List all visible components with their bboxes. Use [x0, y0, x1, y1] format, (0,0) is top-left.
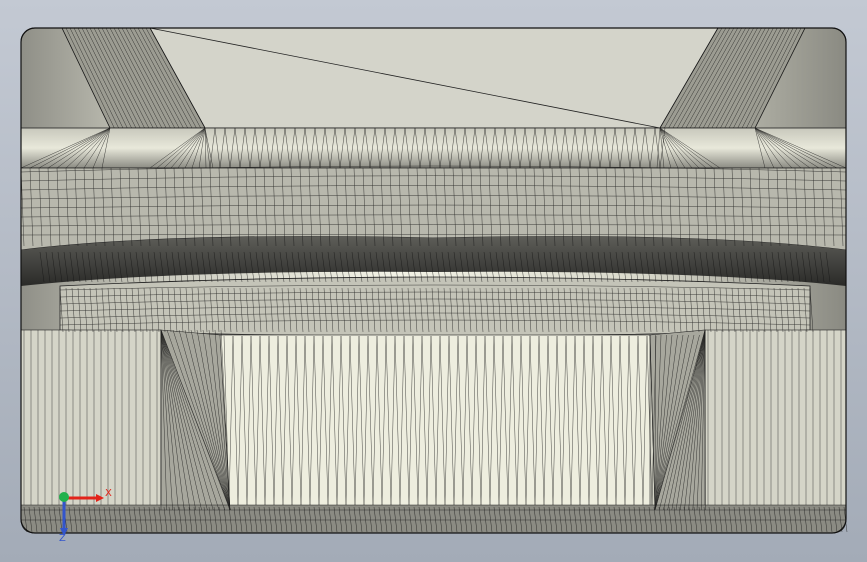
y-axis-ball	[59, 492, 69, 502]
lower-band[interactable]	[59, 276, 811, 337]
right-side-face[interactable]	[704, 329, 847, 511]
top-face[interactable]	[149, 27, 719, 129]
reference-triad: X Z	[59, 488, 112, 542]
graphics-viewport[interactable]	[0, 0, 867, 562]
center-face[interactable]	[219, 334, 651, 511]
upper-band[interactable]	[20, 127, 847, 169]
x-axis-label: X	[105, 488, 112, 499]
z-axis-label: Z	[59, 533, 66, 542]
upper-fillet[interactable]	[20, 167, 847, 251]
x-axis-arrow	[96, 494, 104, 502]
bottom-strip[interactable]	[20, 504, 847, 534]
left-side-face[interactable]	[20, 329, 162, 511]
